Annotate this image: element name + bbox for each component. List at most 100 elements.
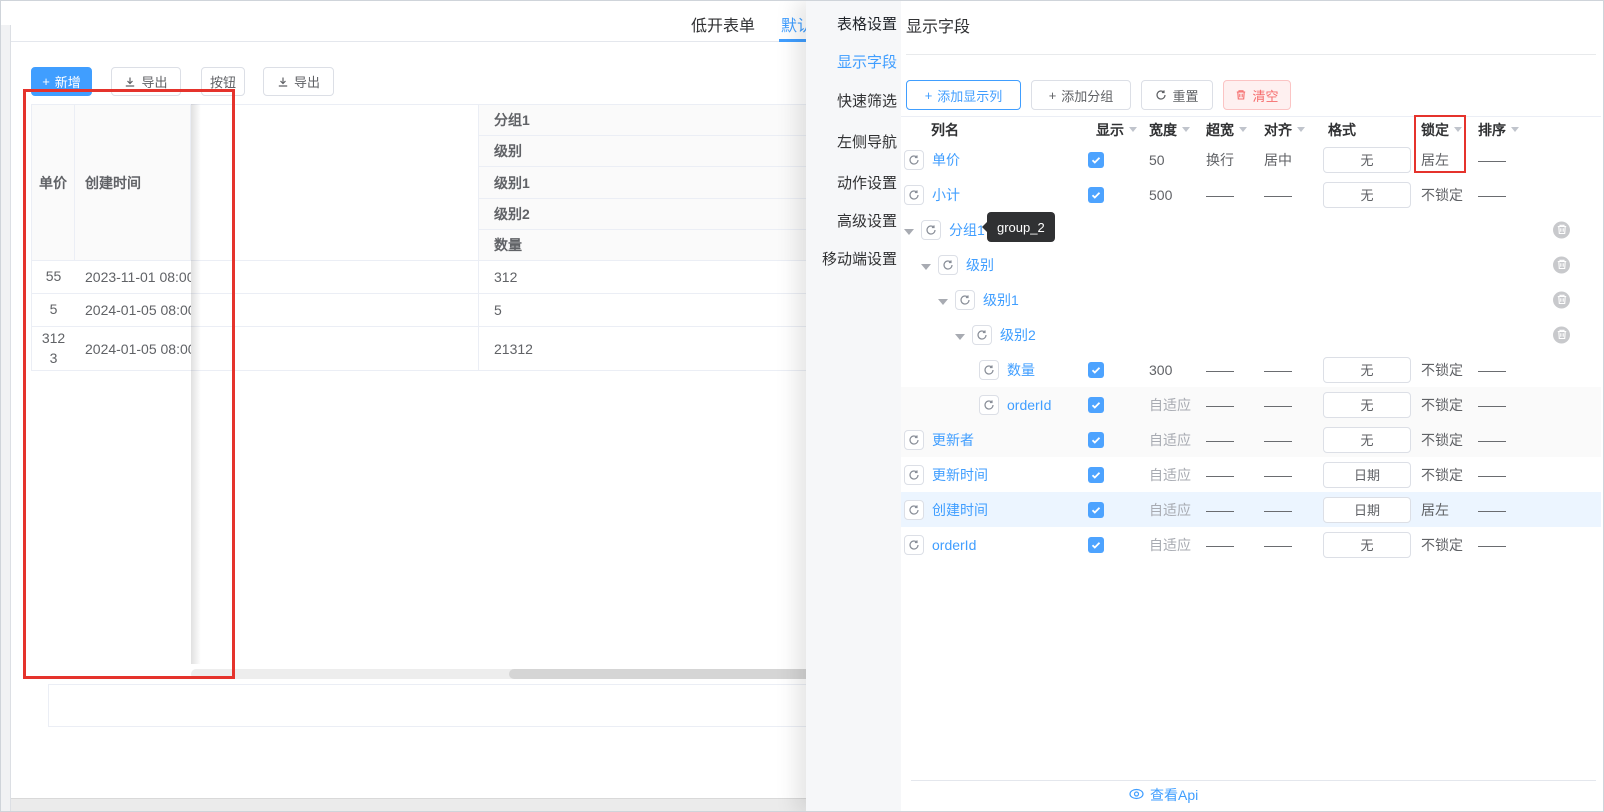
download-icon	[124, 76, 136, 88]
field-name[interactable]: 更新者	[932, 430, 974, 450]
fields-row-级别2[interactable]: 级别2	[901, 317, 1601, 352]
fields-row-更新者[interactable]: 更新者 自适应 —— —— 无不锁定 ——	[901, 422, 1601, 457]
horizontal-scrollbar[interactable]	[191, 669, 901, 679]
add-group-button[interactable]: + 添加分组	[1031, 80, 1131, 110]
field-refresh-button[interactable]	[938, 254, 958, 275]
sidebar-item-2[interactable]: 左侧导航	[837, 131, 897, 152]
fields-row-orderId[interactable]: orderId 自适应 —— —— 无不锁定 ——	[901, 387, 1601, 422]
fields-row-更新时间[interactable]: 更新时间 自适应 —— —— 日期 不锁定 ——	[901, 457, 1601, 492]
field-refresh-button[interactable]	[979, 394, 999, 415]
field-name[interactable]: orderId	[932, 537, 976, 553]
field-name[interactable]: 单价	[932, 150, 960, 170]
toolbar-button-add[interactable]: + 新增	[31, 67, 92, 96]
tree-expand-caret[interactable]	[938, 292, 948, 308]
toolbar-button-export-1[interactable]: 导出	[111, 67, 181, 96]
field-refresh-button[interactable]	[904, 534, 924, 555]
field-name[interactable]: 更新时间	[932, 465, 988, 485]
field-refresh-button[interactable]	[904, 429, 924, 450]
toolbar-button-label: 新增	[54, 75, 81, 90]
table-row[interactable]: 55 2023-11-01 08:00 312	[31, 261, 901, 294]
field-name[interactable]: 分组1	[949, 220, 985, 240]
tab-form[interactable]: 低开表单	[691, 12, 755, 36]
show-checkbox[interactable]	[1088, 396, 1104, 413]
fields-row-级别1[interactable]: 级别1	[901, 282, 1601, 317]
align-value: ——	[1264, 361, 1292, 378]
reset-button[interactable]: 重置	[1141, 80, 1213, 110]
action-button-label: 重置	[1172, 88, 1199, 104]
field-refresh-button[interactable]	[955, 289, 975, 310]
format-select[interactable]: 无	[1323, 391, 1411, 418]
show-checkbox[interactable]	[1088, 186, 1104, 203]
fields-column-header-1[interactable]: 显示	[1096, 120, 1137, 140]
delete-group-button[interactable]	[1553, 221, 1570, 238]
fields-column-label: 锁定	[1421, 121, 1449, 138]
sidebar-item-5[interactable]: 移动端设置	[822, 248, 897, 269]
fields-column-header-7[interactable]: 排序	[1478, 120, 1519, 140]
show-checkbox[interactable]	[1088, 361, 1104, 378]
cell-price: 5	[31, 294, 75, 326]
fields-row-级别[interactable]: 级别	[901, 247, 1601, 282]
fields-row-小计[interactable]: 小计 500 —— —— 无不锁定 ——	[901, 177, 1601, 212]
show-checkbox[interactable]	[1088, 501, 1104, 518]
table-row[interactable]: 3123 2024-01-05 08:00 21312	[31, 327, 901, 371]
tree-expand-caret[interactable]	[904, 222, 914, 238]
sidebar-item-0[interactable]: 显示字段	[837, 51, 897, 72]
field-name[interactable]: 级别	[966, 255, 994, 275]
fields-column-header-2[interactable]: 宽度	[1149, 120, 1190, 140]
panel-title: 显示字段	[906, 19, 971, 36]
tree-expand-caret[interactable]	[955, 327, 965, 343]
tree-expand-caret[interactable]	[921, 257, 931, 273]
sidebar-item-1[interactable]: 快速筛选	[837, 90, 897, 111]
fields-row-数量[interactable]: 数量 300 —— —— 无不锁定 ——	[901, 352, 1601, 387]
fields-column-header-6[interactable]: 锁定	[1421, 120, 1462, 140]
column-header-price[interactable]: 单价	[31, 105, 75, 260]
table-row[interactable]: 5 2024-01-05 08:00 5	[31, 294, 901, 327]
settings-drawer: 表格设置 显示字段 快速筛选 左侧导航 动作设置 高级设置 移动端设置 显示字段 + 添加显…	[806, 1, 1603, 811]
sort-value: ——	[1478, 151, 1506, 168]
field-name[interactable]: 级别2	[1000, 325, 1036, 345]
format-select[interactable]: 无	[1323, 181, 1411, 208]
field-refresh-button[interactable]	[904, 149, 924, 170]
field-name[interactable]: 数量	[1007, 360, 1035, 380]
field-refresh-button[interactable]	[921, 219, 941, 240]
toolbar-button-label: 导出	[293, 75, 320, 90]
format-select[interactable]: 无	[1323, 426, 1411, 453]
add-display-column-button[interactable]: + 添加显示列	[906, 80, 1021, 110]
show-checkbox[interactable]	[1088, 466, 1104, 483]
show-checkbox[interactable]	[1088, 536, 1104, 553]
toolbar-button-export-3[interactable]: 导出	[263, 67, 334, 96]
fields-row-创建时间[interactable]: 创建时间 自适应 —— —— 日期 居左 ——	[901, 492, 1601, 527]
clear-button[interactable]: 清空	[1223, 80, 1291, 110]
format-select[interactable]: 日期	[1323, 496, 1411, 523]
column-header-created[interactable]: 创建时间	[75, 105, 191, 260]
format-select[interactable]: 无	[1323, 531, 1411, 558]
delete-group-button[interactable]	[1553, 326, 1570, 343]
panel-divider	[906, 54, 1596, 55]
show-checkbox[interactable]	[1088, 431, 1104, 448]
field-refresh-button[interactable]	[904, 464, 924, 485]
field-refresh-button[interactable]	[979, 359, 999, 380]
field-refresh-button[interactable]	[904, 184, 924, 205]
format-select[interactable]: 无	[1323, 356, 1411, 383]
view-api-link[interactable]: 查看Api	[1129, 785, 1198, 805]
field-name[interactable]: orderId	[1007, 397, 1051, 413]
sidebar-item-4[interactable]: 高级设置	[837, 210, 897, 231]
fields-row-单价[interactable]: 单价 50 换行 居中 无居左 ——	[901, 142, 1601, 177]
field-name[interactable]: 级别1	[983, 290, 1019, 310]
fields-column-header-3[interactable]: 超宽	[1206, 120, 1247, 140]
drawer-footer-divider	[911, 780, 1596, 781]
format-select[interactable]: 无	[1323, 146, 1411, 173]
field-name[interactable]: 小计	[932, 185, 960, 205]
field-refresh-button[interactable]	[904, 499, 924, 520]
delete-group-button[interactable]	[1553, 291, 1570, 308]
sidebar-item-3[interactable]: 动作设置	[837, 172, 897, 193]
delete-group-button[interactable]	[1553, 256, 1570, 273]
field-refresh-button[interactable]	[972, 324, 992, 345]
fields-column-header-4[interactable]: 对齐	[1264, 120, 1305, 140]
format-select[interactable]: 日期	[1323, 461, 1411, 488]
toolbar-button-generic[interactable]: 按钮	[201, 67, 245, 96]
field-name[interactable]: 创建时间	[932, 500, 988, 520]
toolbar-button-label: 导出	[141, 75, 168, 90]
show-checkbox[interactable]	[1088, 151, 1104, 168]
fields-row-orderId[interactable]: orderId 自适应 —— —— 无不锁定 ——	[901, 527, 1601, 562]
